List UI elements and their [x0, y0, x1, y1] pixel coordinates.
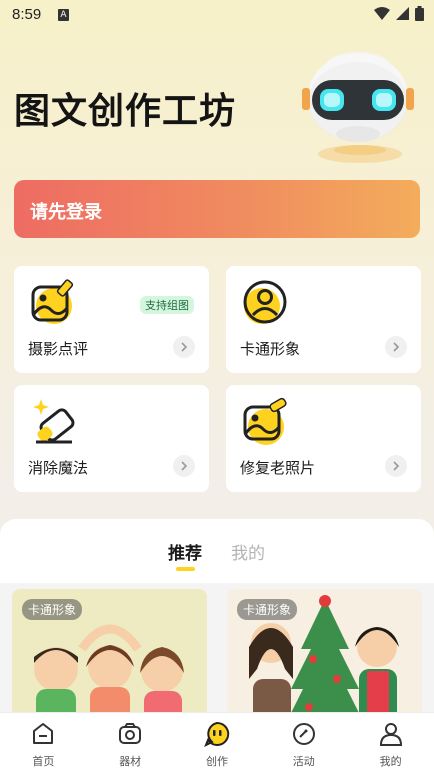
status-bar: 8:59 A	[0, 0, 434, 30]
login-label: 请先登录	[30, 202, 102, 223]
chevron-right-icon	[385, 336, 407, 358]
nav-profile[interactable]: 我的	[347, 713, 434, 773]
photo-restore-icon	[243, 397, 287, 445]
nav-create[interactable]: 创作	[174, 713, 261, 773]
feature-card-cartoon[interactable]: 卡通形象	[226, 266, 421, 373]
nav-activity[interactable]: 活动	[260, 713, 347, 773]
nav-label: 创作	[205, 755, 228, 768]
feed-tag: 卡通形象	[237, 599, 298, 620]
page-title: 图文创作工坊	[14, 91, 237, 132]
feature-card-photo-review[interactable]: 支持组图 摄影点评	[14, 266, 209, 373]
chevron-right-icon	[173, 455, 195, 477]
camera-icon	[119, 723, 142, 744]
feature-card-restore[interactable]: 修复老照片	[226, 385, 421, 492]
signal-icon	[396, 7, 409, 20]
feature-label: 卡通形象	[240, 340, 301, 358]
feature-label: 摄影点评	[28, 340, 89, 358]
tab-recommended[interactable]: 推荐	[168, 539, 202, 564]
chevron-right-icon	[385, 455, 407, 477]
nav-label: 活动	[292, 755, 315, 768]
support-group-badge: 支持组图	[140, 296, 194, 314]
cartoon-avatar-icon	[243, 280, 287, 324]
notification-icon: A	[58, 9, 69, 21]
nav-label: 首页	[32, 755, 55, 768]
nav-label: 器材	[119, 755, 142, 768]
feature-label: 修复老照片	[240, 459, 316, 477]
profile-icon	[379, 723, 402, 746]
bottom-nav: 首页 器材 创作 活动 我的	[0, 712, 434, 773]
wifi-icon	[374, 7, 390, 20]
nav-home[interactable]: 首页	[0, 713, 87, 773]
login-button[interactable]: 请先登录	[14, 180, 420, 238]
nav-label: 我的	[379, 755, 402, 768]
feature-card-eraser[interactable]: 消除魔法	[14, 385, 209, 492]
active-tab-indicator	[176, 567, 195, 571]
status-time: 8:59	[12, 6, 42, 23]
home-icon	[33, 723, 54, 744]
nav-equipment[interactable]: 器材	[87, 713, 174, 773]
battery-icon	[415, 6, 424, 21]
activity-icon	[292, 723, 315, 745]
eraser-magic-icon	[33, 399, 75, 444]
tab-mine[interactable]: 我的	[231, 539, 265, 564]
feed-tag: 卡通形象	[22, 599, 83, 620]
robot-mascot-icon	[302, 52, 414, 163]
create-icon	[204, 721, 230, 747]
status-icons	[374, 6, 424, 21]
photo-review-icon	[31, 279, 74, 324]
feature-label: 消除魔法	[28, 459, 89, 477]
chevron-right-icon	[173, 336, 195, 358]
